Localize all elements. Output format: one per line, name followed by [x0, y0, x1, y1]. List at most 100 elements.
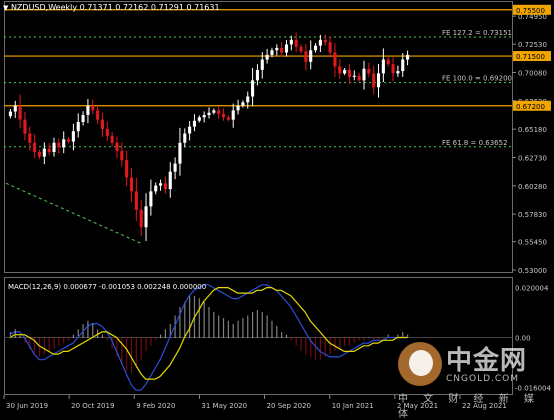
price-tick-label: 0.62730 [518, 154, 547, 162]
candle-body [110, 135, 114, 143]
candle-body [129, 177, 134, 192]
candle-body [280, 47, 284, 53]
candle-body [309, 50, 313, 62]
fib-label-1: FE 100.0 = 0.69200 [442, 75, 512, 83]
candle-body [47, 148, 51, 153]
candle-body [255, 69, 259, 81]
candle-body [81, 115, 85, 122]
candle-body [246, 96, 250, 103]
candle-body [251, 80, 255, 97]
candle-body [125, 160, 129, 178]
candle-body [318, 39, 322, 46]
time-tick-label: 31 May 2020 [201, 402, 247, 410]
candle-body [217, 110, 221, 114]
fib-label-2: FE 61.8 = 0.63652 [442, 139, 508, 147]
candle-body [381, 59, 385, 74]
candle-body [265, 54, 269, 60]
candle-body [183, 133, 187, 143]
candle-body [28, 133, 32, 143]
candle-body [52, 142, 56, 153]
candle-body [168, 171, 172, 190]
candle-body [115, 142, 119, 151]
time-tick-label: 2 May 2021 [397, 402, 438, 410]
time-tick-label: 30 Jun 2019 [6, 402, 48, 410]
candle-body [96, 110, 100, 120]
candle-body [314, 45, 318, 51]
candle-body [386, 59, 390, 65]
level-tag-label: 0.71500 [516, 53, 545, 61]
candle-body [202, 115, 206, 118]
candle-body [42, 148, 46, 157]
candle-body [18, 105, 22, 120]
candle-body [396, 71, 400, 74]
candle-body [236, 105, 240, 111]
candle-body [212, 110, 216, 113]
price-chart[interactable]: FE 127.2 = 0.73151 FE 100.0 = 0.69200 FE 6… [0, 0, 554, 412]
candle-body [347, 69, 352, 77]
time-tick-label: 20 Sep 2020 [267, 402, 311, 410]
candle-body [13, 105, 17, 112]
price-tick-label: 0.55450 [518, 239, 547, 247]
candle-body [275, 47, 279, 51]
price-tick-label: 0.65180 [518, 126, 547, 134]
candle-body [343, 69, 347, 74]
candle-body [289, 39, 293, 45]
time-tick-label: 20 Oct 2019 [71, 402, 114, 410]
candle-body [372, 73, 376, 88]
price-tick-label: 0.53000 [518, 267, 547, 275]
candle-body [188, 126, 192, 134]
candle-body [207, 112, 211, 116]
candle-body [120, 150, 124, 161]
candle-body [406, 54, 410, 60]
candle-body [8, 111, 12, 117]
candle-body [62, 139, 66, 148]
time-tick-label: 22 Aug 2021 [462, 402, 507, 410]
time-tick-label: 9 Feb 2020 [136, 402, 175, 410]
candle-body [192, 120, 197, 127]
candle-body [304, 51, 308, 62]
level-tag-label: 0.75500 [516, 7, 545, 15]
candle-body [33, 142, 37, 153]
candle-body [57, 142, 61, 148]
candle-body [294, 39, 298, 47]
candle-body [86, 105, 90, 116]
candle-body [149, 191, 153, 207]
candle-body [284, 44, 289, 53]
candle-body [333, 52, 337, 67]
price-tick-label: 0.57830 [518, 211, 547, 219]
candle-body [362, 68, 366, 81]
candle-body [105, 128, 109, 136]
candle-body [299, 46, 303, 52]
candle-body [323, 39, 327, 43]
candle-body [197, 117, 201, 121]
macd-tick-label: -0.016004 [515, 384, 551, 392]
candle-body [376, 73, 381, 88]
macd-tick-label: 0.020004 [515, 285, 549, 293]
candle-body [226, 117, 230, 120]
candle-body [100, 119, 104, 129]
candle-body [71, 131, 75, 142]
candle-body [76, 121, 80, 132]
candle-body [357, 75, 361, 81]
candle-body [159, 183, 163, 186]
candle-body [241, 102, 245, 106]
fib-label-0: FE 127.2 = 0.73151 [442, 29, 512, 37]
candle-body [231, 110, 235, 120]
symbol-ohlc-text: NZDUSD,Weekly 0.71371 0.72162 0.71291 0.… [10, 3, 220, 12]
candle-body [270, 50, 274, 55]
candle-body [173, 163, 177, 172]
candle-body [328, 42, 332, 53]
time-tick-label: 10 Jan 2021 [332, 402, 374, 410]
level-tag-label: 0.67200 [516, 103, 545, 111]
price-tick-label: 0.60280 [518, 183, 547, 191]
candle-body [23, 119, 27, 134]
price-tick-label: 0.72530 [518, 41, 547, 49]
price-tick-label: 0.70080 [518, 69, 547, 77]
candle-body [163, 183, 167, 190]
candle-body [178, 142, 182, 164]
macd-header: MACD(12,26,9) 0.000677 -0.001053 0.00224… [8, 283, 207, 291]
collapse-triangle-icon[interactable]: ▼ [3, 4, 8, 12]
candle-body [401, 59, 405, 72]
candle-body [391, 64, 395, 74]
candle-body [66, 139, 71, 142]
